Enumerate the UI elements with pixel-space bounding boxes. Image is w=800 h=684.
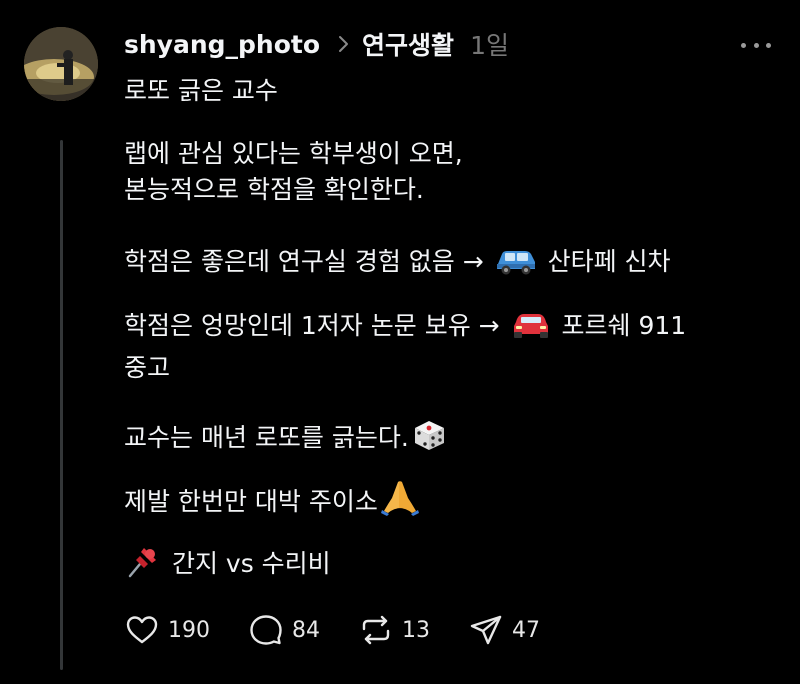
folded-hands-emoji (380, 478, 420, 526)
share-count: 47 (512, 617, 540, 643)
more-options-icon[interactable] (741, 40, 771, 50)
comment-icon (250, 615, 282, 645)
chevron-right-icon (339, 36, 349, 52)
like-button[interactable]: 190 (124, 612, 210, 648)
red-car-emoji (510, 308, 552, 350)
post-text-line: 간지 vs 수리비 (164, 549, 331, 578)
post-title: 로또 긁은 교수 (124, 76, 278, 105)
post-text-line: 학점은 좋은데 연구실 경험 없음 → (124, 247, 492, 276)
post-text-line: 중고 (124, 353, 171, 382)
avatar-image (24, 27, 98, 101)
thread-post: shyang_photo 연구생활 1일 로또 긁은 교수 랩에 관심 있다는 … (0, 0, 800, 684)
post-text-line: 학점은 엉망인데 1저자 논문 보유 → (124, 311, 508, 340)
share-button[interactable]: 47 (468, 612, 540, 648)
post-paragraph-4: 교수는 매년 로또를 긁는다. (124, 416, 449, 462)
dice-emoji (411, 416, 447, 462)
blue-suv-emoji (494, 244, 538, 286)
post-text-line: 산타페 신차 (539, 247, 671, 276)
post-text-line: 제발 한번만 대박 주이소 (124, 487, 378, 516)
username[interactable]: shyang_photo (124, 30, 320, 59)
heart-icon (126, 616, 158, 644)
post-text-line: 교수는 매년 로또를 긁는다. (124, 423, 409, 452)
thread-line (60, 140, 63, 670)
post-time: 1일 (470, 31, 509, 60)
repost-count: 13 (402, 617, 430, 643)
comment-button[interactable]: 84 (248, 612, 320, 648)
post-text-line: 랩에 관심 있다는 학부생이 오면, (124, 139, 463, 168)
post-text-line: 본능적으로 학점을 확인한다. (124, 175, 424, 204)
like-count: 190 (168, 617, 210, 643)
avatar[interactable] (24, 27, 98, 101)
topic-tag[interactable]: 연구생활 (362, 26, 454, 62)
repost-icon (362, 615, 390, 645)
repost-button[interactable]: 13 (358, 612, 430, 648)
post-paragraph-1: 랩에 관심 있다는 학부생이 오면, 본능적으로 학점을 확인한다. (124, 136, 463, 208)
comment-count: 84 (292, 617, 320, 643)
send-icon (470, 615, 502, 645)
action-bar: 190 84 13 47 (124, 610, 578, 650)
post-paragraph-2: 학점은 좋은데 연구실 경험 없음 → 산타페 신차 (124, 244, 671, 286)
post-paragraph-3: 학점은 엉망인데 1저자 논문 보유 → 포르쉐 911 중고 (124, 308, 686, 386)
post-text-line: 포르쉐 911 (553, 311, 687, 340)
post-paragraph-6: 간지 vs 수리비 (124, 542, 331, 588)
post-header: shyang_photo 연구생활 1일 (124, 24, 509, 64)
pushpin-emoji (126, 542, 162, 588)
post-paragraph-5: 제발 한번만 대박 주이소 (124, 478, 422, 526)
